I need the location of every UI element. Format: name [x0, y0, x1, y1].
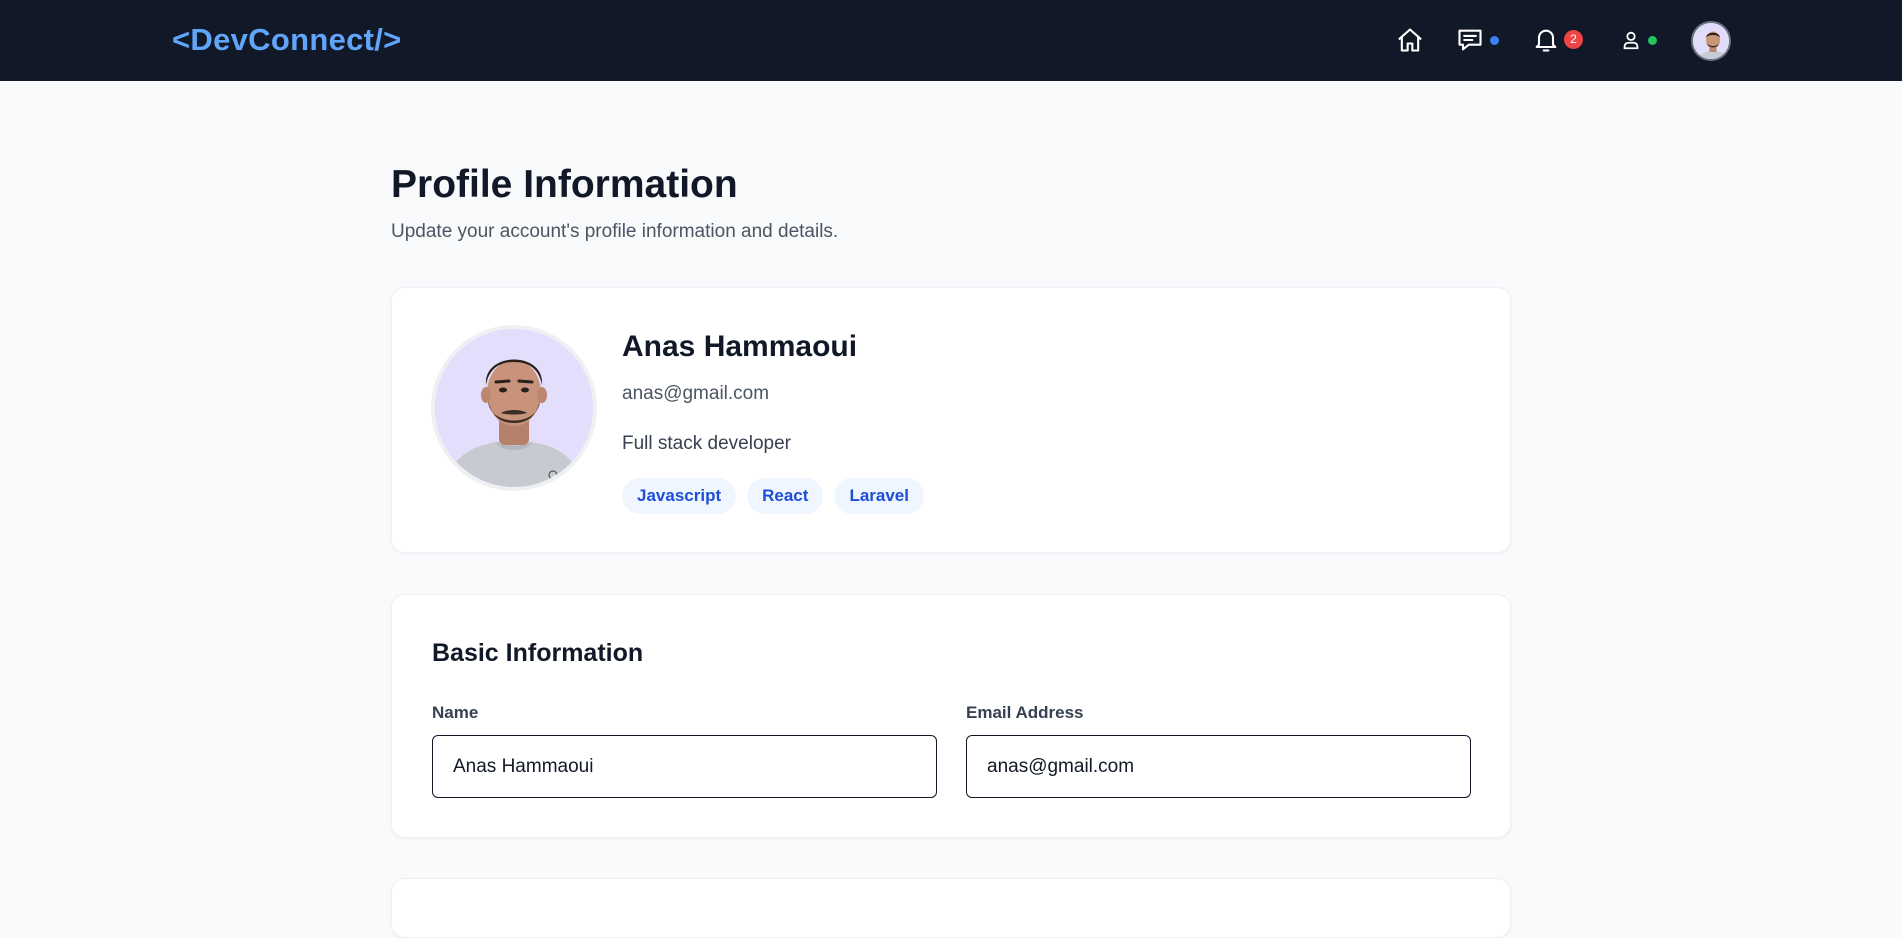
skill-tag-react: React: [747, 478, 824, 514]
basic-information-card: Basic Information Name Email Address: [391, 594, 1511, 838]
next-section-card: [391, 878, 1511, 938]
notifications-count-badge: 2: [1564, 29, 1583, 49]
profile-summary-card: Anas Hammaoui anas@gmail.com Full stack …: [391, 287, 1511, 553]
home-button[interactable]: [1396, 20, 1424, 60]
skill-tag-laravel: Laravel: [834, 478, 924, 514]
page-title: Profile Information: [391, 163, 738, 206]
online-status-dot: [1648, 35, 1657, 45]
bell-icon: [1532, 26, 1560, 54]
app-logo[interactable]: <DevConnect/>: [172, 22, 402, 58]
user-icon: [1620, 29, 1642, 51]
messages-unread-dot: [1490, 35, 1499, 45]
profile-menu-button[interactable]: [1620, 20, 1657, 60]
name-label: Name: [432, 703, 479, 722]
profile-bio: Full stack developer: [622, 433, 791, 454]
skill-tag-javascript: Javascript: [622, 478, 737, 514]
notifications-button[interactable]: 2: [1532, 20, 1583, 60]
messages-button[interactable]: [1456, 20, 1499, 60]
profile-name: Anas Hammaoui: [622, 330, 858, 363]
profile-email: anas@gmail.com: [622, 383, 770, 404]
top-navbar: <DevConnect/> 2: [0, 0, 1902, 81]
profile-avatar[interactable]: [431, 325, 597, 491]
messages-icon: [1456, 26, 1484, 54]
email-label: Email Address: [966, 703, 1084, 722]
skill-tags: Javascript React Laravel: [622, 478, 924, 514]
email-input[interactable]: [966, 735, 1471, 798]
section-title-basic-information: Basic Information: [432, 639, 644, 667]
name-input[interactable]: [432, 735, 937, 798]
home-icon: [1396, 26, 1424, 54]
user-avatar[interactable]: [1691, 21, 1731, 61]
page-subtitle: Update your account's profile informatio…: [391, 221, 839, 242]
